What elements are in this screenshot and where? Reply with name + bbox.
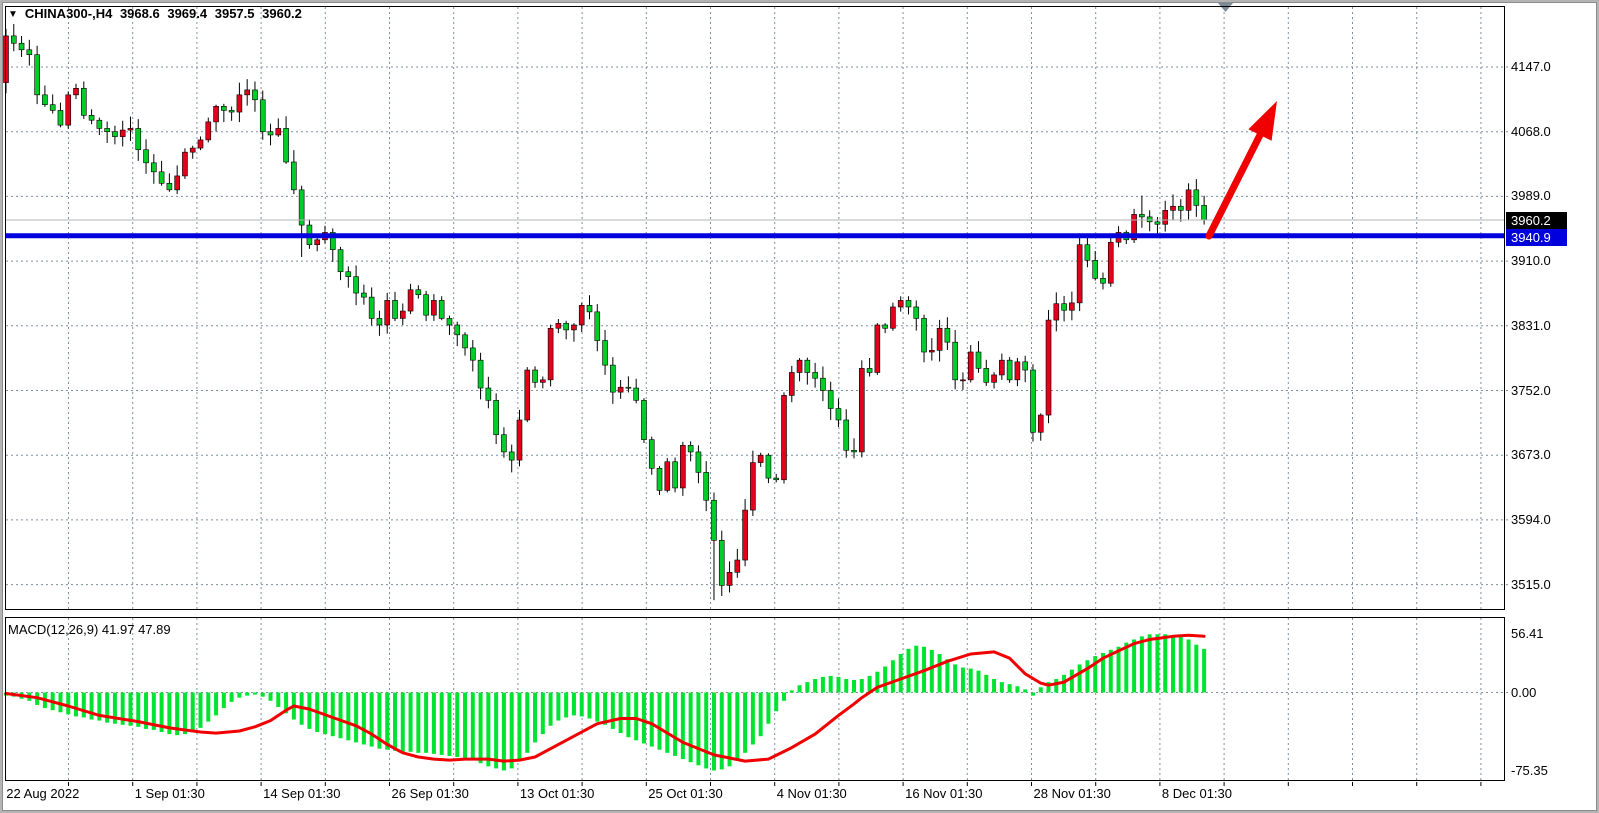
macd-histogram-layer <box>4 634 1206 770</box>
time-axis-label: 28 Nov 01:30 <box>1034 786 1111 801</box>
chart-header: ▼ CHINA300-,H4 3968.6 3969.4 3957.5 3960.… <box>8 6 306 23</box>
symbol-period-label: CHINA300-,H4 <box>25 6 112 21</box>
ohlc-high: 3969.4 <box>167 6 207 21</box>
time-axis-label: 26 Sep 01:30 <box>392 786 469 801</box>
time-axis-label: 22 Aug 2022 <box>6 786 79 801</box>
time-axis[interactable]: 22 Aug 2022 1 Sep 01:30 14 Sep 01:30 26 Sep… <box>0 782 1599 808</box>
time-axis-label: 14 Sep 01:30 <box>263 786 340 801</box>
drawing-objects-layer[interactable] <box>5 3 1504 236</box>
time-axis-label: 13 Oct 01:30 <box>520 786 594 801</box>
time-axis-label: 4 Nov 01:30 <box>777 786 847 801</box>
macd-indicator-label: MACD(12,26,9) 41.97 47.89 <box>8 622 171 637</box>
ohlc-close: 3960.2 <box>262 6 302 21</box>
grid-layer <box>6 7 1509 786</box>
ohlc-open: 3968.6 <box>120 6 160 21</box>
time-axis-label: 1 Sep 01:30 <box>135 786 205 801</box>
time-axis-label: 8 Dec 01:30 <box>1162 786 1232 801</box>
trend-arrow[interactable] <box>1209 101 1277 236</box>
price-axis-label: 3989.0 <box>1511 188 1591 203</box>
macd-axis-label: 0.00 <box>1511 685 1536 700</box>
time-axis-label: 25 Oct 01:30 <box>648 786 722 801</box>
chart-window: ▼ CHINA300-,H4 3968.6 3969.4 3957.5 3960.… <box>0 0 1599 813</box>
symbol-dropdown-icon[interactable]: ▼ <box>8 7 18 22</box>
price-axis-label: 3515.0 <box>1511 577 1591 592</box>
object-anchor-marker-icon[interactable] <box>1218 3 1233 12</box>
level-price-badge: 3940.9 <box>1506 229 1567 246</box>
time-axis-label: 16 Nov 01:30 <box>905 786 982 801</box>
ohlc-low: 3957.5 <box>215 6 255 21</box>
macd-axis-label: -75.35 <box>1511 763 1548 778</box>
macd-axis-label: 56.41 <box>1511 626 1544 641</box>
price-axis-label: 4147.0 <box>1511 59 1591 74</box>
price-axis-label: 3673.0 <box>1511 447 1591 462</box>
price-axis-label: 4068.0 <box>1511 124 1591 139</box>
current-price-badge: 3960.2 <box>1506 212 1567 229</box>
price-axis-label: 3594.0 <box>1511 512 1591 527</box>
candles-layer <box>4 24 1207 600</box>
price-axis[interactable]: 4147.0 4068.0 3989.0 3910.0 3831.0 3752.0 3673… <box>1505 6 1599 781</box>
price-axis-label: 3752.0 <box>1511 383 1591 398</box>
chart-canvas[interactable] <box>0 0 1599 813</box>
price-axis-label: 3831.0 <box>1511 318 1591 333</box>
price-axis-label: 3910.0 <box>1511 253 1591 268</box>
pane-borders <box>6 7 1505 781</box>
